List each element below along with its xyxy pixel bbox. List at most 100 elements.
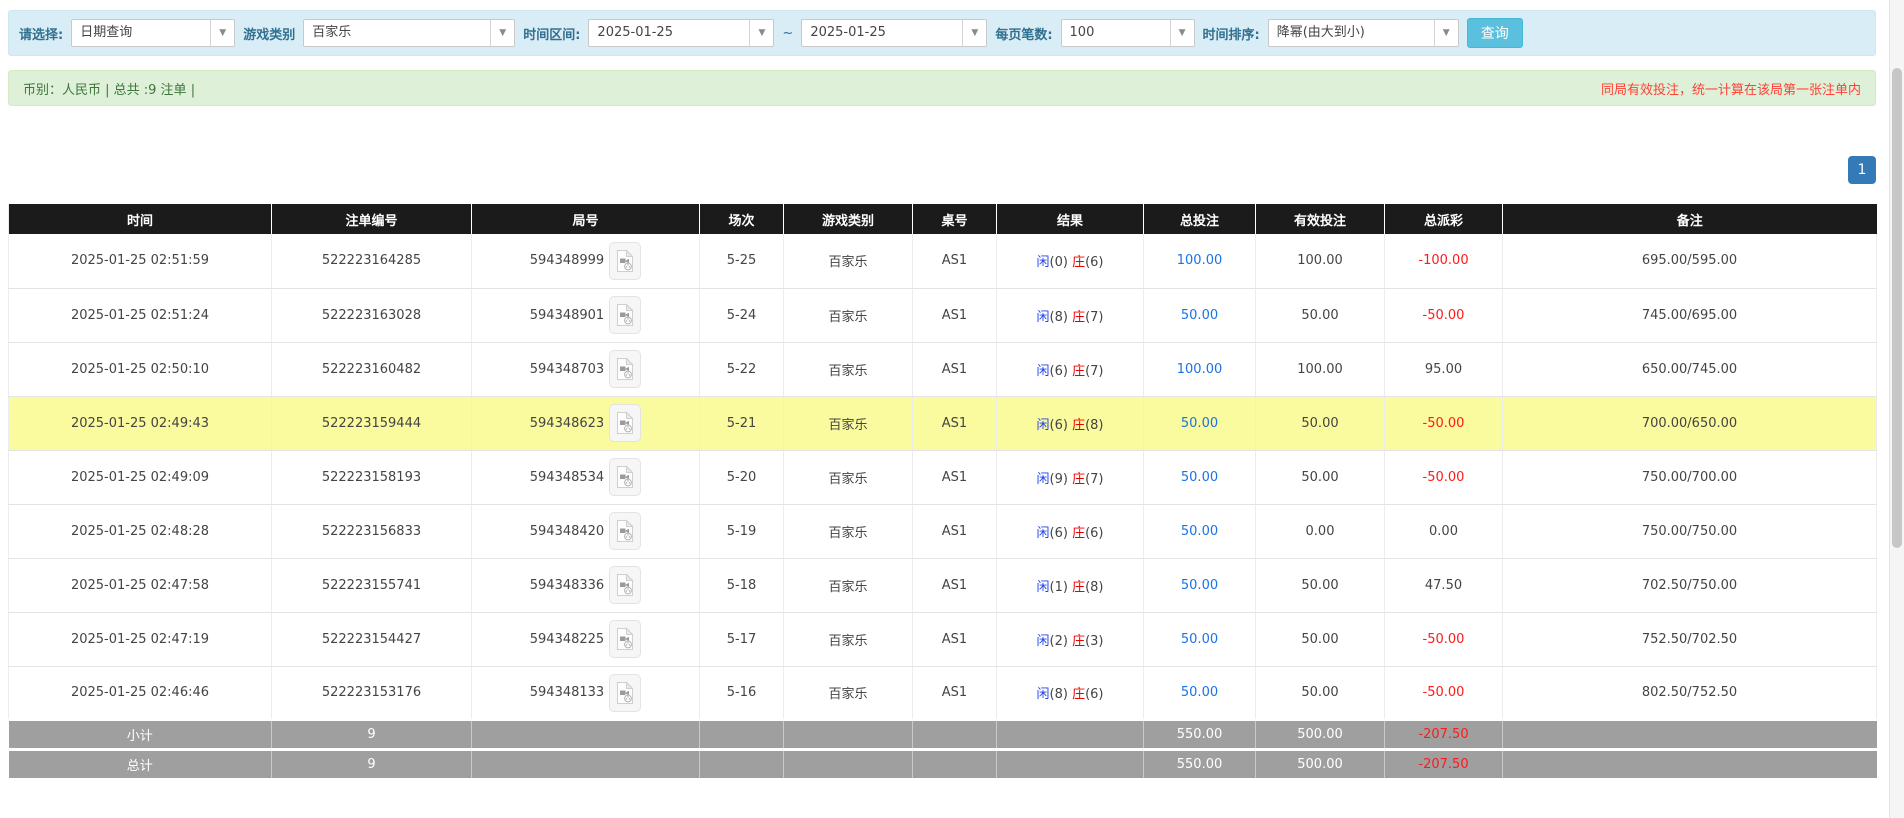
video-icon[interactable] <box>609 296 642 334</box>
valid-bet: 50.00 <box>1255 612 1385 667</box>
total-bet-link[interactable]: 50.00 <box>1181 416 1218 431</box>
video-icon[interactable] <box>609 350 642 388</box>
round-id: 594348623 <box>471 396 700 451</box>
total-bet-link[interactable]: 50.00 <box>1181 470 1218 485</box>
payout: 0.00 <box>1384 504 1503 559</box>
bet-id: 522223164285 <box>271 234 472 289</box>
game-type: 百家乐 <box>783 612 913 667</box>
video-file-glyph <box>617 357 634 380</box>
round-number: 594348133 <box>529 685 605 701</box>
valid-bet: 0.00 <box>1255 504 1385 559</box>
time-sort-dropdown[interactable]: 降幂(由大到小) ▼ <box>1267 19 1459 47</box>
total-bet-link[interactable]: 50.00 <box>1181 578 1218 593</box>
date-end-dropdown[interactable]: 2025-01-25 ▼ <box>801 19 988 47</box>
result: 闲(6) 庄(8) <box>996 396 1144 451</box>
date-start-dropdown[interactable]: 2025-01-25 ▼ <box>588 19 775 47</box>
date-range-label: 时间区间: <box>523 27 581 43</box>
total-bet: 50.00 <box>1143 612 1256 667</box>
total-bet: 50.00 <box>1143 450 1256 505</box>
page-1-button[interactable]: 1 <box>1848 156 1876 184</box>
total-bet-link[interactable]: 50.00 <box>1181 632 1218 647</box>
video-icon[interactable] <box>609 673 642 712</box>
video-file-glyph <box>617 249 634 272</box>
video-icon[interactable] <box>609 512 642 550</box>
table-row[interactable]: 2025-01-25 02:51:59 522223164285 594348999… <box>8 234 1877 289</box>
game-type: 百家乐 <box>783 396 913 451</box>
game-type-dropdown[interactable]: 百家乐 ▼ <box>303 19 516 47</box>
player-result: 闲 <box>1036 255 1050 271</box>
note: 745.00/695.00 <box>1502 288 1877 343</box>
note: 750.00/750.00 <box>1502 504 1877 559</box>
table-row[interactable]: 2025-01-25 02:49:43 522223159444 594348623… <box>8 396 1877 451</box>
chevron-down-icon[interactable]: ▼ <box>490 20 514 46</box>
page-size-value: 100 <box>1069 25 1095 40</box>
banker-result: 庄 <box>1072 525 1086 541</box>
table-row[interactable]: 2025-01-25 02:49:09 522223158193 594348534… <box>8 450 1877 505</box>
table-row[interactable]: 2025-01-25 02:48:28 522223156833 594348420… <box>8 504 1877 559</box>
total-bet: 50.00 <box>1143 396 1256 451</box>
valid-bet: 100.00 <box>1255 342 1385 397</box>
header-result: 结果 <box>996 204 1144 234</box>
payout: -50.00 <box>1384 288 1503 343</box>
banker-result: 庄 <box>1072 687 1086 703</box>
total-bet-link[interactable]: 50.00 <box>1181 685 1218 700</box>
time-sort-value: 降幂(由大到小) <box>1276 25 1365 40</box>
note: 802.50/752.50 <box>1502 666 1877 721</box>
round-number: 594348336 <box>529 577 605 593</box>
payout: -50.00 <box>1384 450 1503 505</box>
session: 5-17 <box>699 612 784 667</box>
chevron-down-icon[interactable]: ▼ <box>1433 20 1458 46</box>
chevron-down-icon[interactable]: ▼ <box>210 20 234 46</box>
total-bet-link[interactable]: 100.00 <box>1177 362 1223 377</box>
scrollbar-thumb[interactable] <box>1892 68 1902 548</box>
chevron-down-icon[interactable]: ▼ <box>962 20 986 46</box>
result: 闲(0) 庄(6) <box>996 234 1144 289</box>
video-file-glyph <box>617 519 634 542</box>
video-icon[interactable] <box>609 404 642 442</box>
player-result: 闲 <box>1036 417 1050 433</box>
valid-bet: 50.00 <box>1255 396 1385 451</box>
game-type: 百家乐 <box>783 288 913 343</box>
table-row[interactable]: 2025-01-25 02:47:58 522223155741 594348336… <box>8 558 1877 613</box>
chevron-down-icon[interactable]: ▼ <box>1169 20 1194 46</box>
total-bet: 50.00 <box>1143 288 1256 343</box>
round-number: 594348534 <box>529 469 605 485</box>
video-icon[interactable] <box>609 620 642 658</box>
note: 695.00/595.00 <box>1502 234 1877 289</box>
total-bet-link[interactable]: 50.00 <box>1181 308 1218 323</box>
video-file-glyph <box>617 681 634 704</box>
total-count: 9 <box>271 747 472 778</box>
total-bet: 100.00 <box>1143 234 1256 289</box>
total-label: 总计 <box>8 747 272 778</box>
chevron-down-icon[interactable]: ▼ <box>749 20 773 46</box>
result: 闲(9) 庄(7) <box>996 450 1144 505</box>
total-valid-bet: 500.00 <box>1255 747 1385 778</box>
video-icon[interactable] <box>609 458 642 496</box>
table-row[interactable]: 2025-01-25 02:47:19 522223154427 594348225… <box>8 612 1877 667</box>
player-result: 闲 <box>1036 309 1050 325</box>
page-size-dropdown[interactable]: 100 ▼ <box>1060 19 1195 47</box>
round-id: 594348901 <box>471 288 700 343</box>
table-no: AS1 <box>912 288 997 343</box>
bet-id: 522223160482 <box>271 342 472 397</box>
session: 5-24 <box>699 288 784 343</box>
header-payout: 总派彩 <box>1384 204 1503 234</box>
game-type: 百家乐 <box>783 558 913 613</box>
bet-id: 522223156833 <box>271 504 472 559</box>
table-row[interactable]: 2025-01-25 02:50:10 522223160482 594348703… <box>8 342 1877 397</box>
round-number: 594348901 <box>529 307 605 323</box>
video-file-glyph <box>617 465 634 488</box>
notice-text: 同局有效投注，统一计算在该局第一张注单内 <box>1600 82 1861 98</box>
video-icon[interactable] <box>609 566 642 604</box>
vertical-scrollbar[interactable] <box>1889 0 1904 818</box>
video-icon[interactable] <box>609 241 642 280</box>
pagination: 1 <box>8 156 1876 184</box>
round-number: 594348225 <box>529 631 605 647</box>
table-row[interactable]: 2025-01-25 02:46:46 522223153176 594348133… <box>8 666 1877 721</box>
total-bet-link[interactable]: 100.00 <box>1177 253 1223 268</box>
select-type-dropdown[interactable]: 日期查询 ▼ <box>71 19 236 47</box>
payout: -50.00 <box>1384 666 1503 721</box>
search-button[interactable]: 查询 <box>1466 18 1523 48</box>
table-row[interactable]: 2025-01-25 02:51:24 522223163028 594348901… <box>8 288 1877 343</box>
total-bet-link[interactable]: 50.00 <box>1181 524 1218 539</box>
